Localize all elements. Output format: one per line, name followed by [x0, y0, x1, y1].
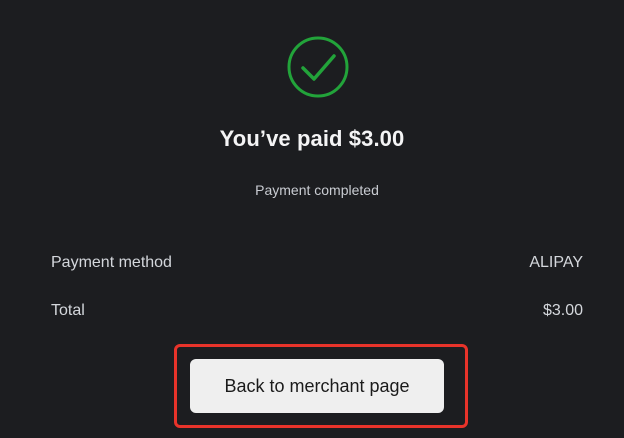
payment-method-label: Payment method: [51, 254, 172, 271]
status-text: Payment completed: [255, 182, 379, 198]
total-row: Total $3.00: [51, 302, 583, 320]
back-to-merchant-button[interactable]: Back to merchant page: [190, 359, 444, 413]
total-label: Total: [51, 302, 85, 319]
payment-method-row: Payment method ALIPAY: [51, 254, 583, 272]
page-title: You’ve paid $3.00: [219, 126, 405, 151]
total-value: $3.00: [542, 302, 583, 319]
payment-method-value: ALIPAY: [529, 254, 583, 271]
check-circle-icon: [286, 35, 350, 99]
